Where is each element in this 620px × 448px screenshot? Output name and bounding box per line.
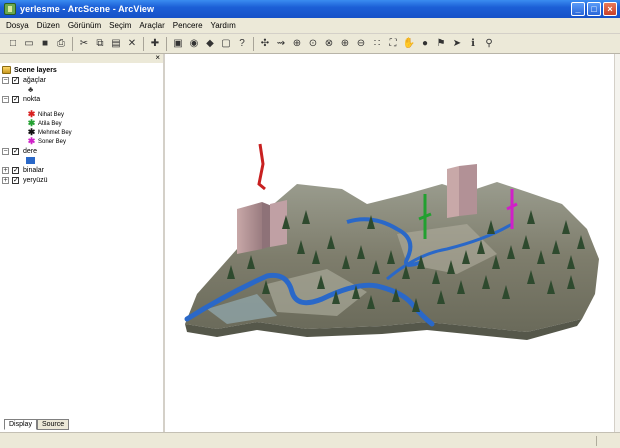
maximize-button[interactable]: □: [587, 2, 601, 16]
layer-nokta[interactable]: − ✓ nokta: [2, 94, 163, 104]
dere-symbol: [2, 156, 163, 165]
add-data-icon[interactable]: ✚: [148, 37, 162, 51]
tab-source[interactable]: Source: [36, 419, 70, 430]
menu-yardim[interactable]: Yardım: [211, 21, 236, 30]
scene-view[interactable]: [167, 54, 620, 432]
toc-close-icon[interactable]: ×: [155, 53, 160, 62]
layer-visibility-checkbox[interactable]: ✓: [12, 147, 19, 155]
toolbar-separator: [253, 36, 254, 51]
window-controls: _ □ ×: [571, 2, 617, 16]
layer-name-nokta: nokta: [23, 95, 41, 103]
toc-tabs: Display Source: [4, 419, 70, 430]
expand-toggle-icon[interactable]: +: [2, 176, 9, 184]
legend-item: ✱ Soner Bey: [2, 137, 163, 146]
toolbar-separator: [143, 36, 144, 51]
layer-name-binalar: binalar: [23, 166, 45, 174]
legend-label: Atila Bey: [38, 120, 62, 127]
legend-label: Nihat Bey: [38, 111, 65, 118]
save-icon[interactable]: ■: [38, 37, 52, 51]
terrain-3d-render: [184, 143, 599, 340]
layer-visibility-checkbox[interactable]: ✓: [12, 95, 19, 103]
full-extent-icon[interactable]: ⛶: [386, 37, 400, 51]
find-icon[interactable]: ⚲: [482, 37, 496, 51]
collapse-toggle-icon[interactable]: −: [2, 95, 9, 103]
arcscene-app-icon: [4, 3, 16, 15]
layer-name-agaclar: ağaçlar: [23, 76, 46, 84]
toc-header: ×: [0, 53, 163, 63]
agaclar-symbol: ♣: [2, 85, 163, 94]
person-marker-icon: ✱: [27, 136, 36, 146]
toolbox-icon[interactable]: ◆: [203, 37, 217, 51]
navigate-icon[interactable]: ✣: [258, 37, 272, 51]
layers-folder-icon: [2, 66, 11, 74]
collapse-toggle-icon[interactable]: −: [2, 76, 9, 84]
menu-bar: Dosya Düzen Görünüm Seçim Araçlar Pencer…: [0, 18, 620, 34]
tab-display[interactable]: Display: [4, 419, 37, 430]
menu-secim[interactable]: Seçim: [109, 21, 131, 30]
zoom-in-icon[interactable]: ⊕: [338, 37, 352, 51]
layer-visibility-checkbox[interactable]: ✓: [12, 176, 19, 184]
main-toolbar: □ ▭ ■ ⎙ ✂ ⧉ ▤ ✕ ✚ ▣ ◉ ◆ ▢? ✣ ⇝ ⊕ ⊙ ⊗ ⊕ ⊖ ∷ ⛶ ✋ ● ⚑ ➤ ℹ ⚲: [0, 34, 620, 54]
new-icon[interactable]: □: [6, 37, 20, 51]
layer-agaclar[interactable]: − ✓ ağaçlar: [2, 75, 163, 85]
stream-color-swatch: [26, 157, 35, 164]
layer-visibility-checkbox[interactable]: ✓: [12, 76, 19, 84]
menu-araclar[interactable]: Araçlar: [139, 21, 164, 30]
menu-dosya[interactable]: Dosya: [6, 21, 29, 30]
layer-binalar[interactable]: + ✓ binalar: [2, 165, 163, 175]
collapse-toggle-icon[interactable]: −: [2, 147, 9, 155]
layer-tree: Scene layers − ✓ ağaçlar ♣ − ✓ nokta ✱ N…: [0, 63, 163, 185]
minimize-button[interactable]: _: [571, 2, 585, 16]
cut-icon[interactable]: ✂: [77, 37, 91, 51]
measure-icon[interactable]: ⚑: [434, 37, 448, 51]
layer-yeryuzu[interactable]: + ✓ yeryüzü: [2, 175, 163, 185]
status-bar: [0, 432, 620, 448]
center-target-icon[interactable]: ⊙: [306, 37, 320, 51]
fly-icon[interactable]: ⇝: [274, 37, 288, 51]
title-bar: yerlesme - ArcScene - ArcView _ □ ×: [0, 0, 620, 18]
menu-gorunum[interactable]: Görünüm: [68, 21, 101, 30]
marker-red: [257, 143, 266, 191]
scene-viewer-icon[interactable]: ▢: [219, 37, 233, 51]
legend-label: Soner Bey: [38, 138, 67, 145]
legend-label: Mehmet Bey: [38, 129, 72, 136]
tree-symbol-icon: ♣: [28, 85, 34, 94]
expand-toggle-icon[interactable]: +: [2, 166, 9, 174]
menu-pencere[interactable]: Pencere: [173, 21, 203, 30]
window-title: yerlesme - ArcScene - ArcView: [20, 4, 155, 14]
scene-layers-label: Scene layers: [14, 66, 57, 74]
menu-duzen[interactable]: Düzen: [37, 21, 60, 30]
table-of-contents: × Scene layers − ✓ ağaçlar ♣ − ✓ nokta ✱…: [0, 53, 165, 432]
close-button[interactable]: ×: [603, 2, 617, 16]
toolbar-separator: [72, 36, 73, 51]
paste-icon[interactable]: ▤: [109, 37, 123, 51]
layer-visibility-checkbox[interactable]: ✓: [12, 166, 19, 174]
scene-layers-root[interactable]: Scene layers: [2, 65, 163, 75]
legend-item: ✱ Mehmet Bey: [2, 128, 163, 137]
globe-view-icon[interactable]: ●: [418, 37, 432, 51]
legend-item: ✱ Nihat Bey: [2, 110, 163, 119]
zoom-target-icon[interactable]: ⊕: [290, 37, 304, 51]
resize-grip[interactable]: [596, 436, 618, 446]
identify-icon[interactable]: ℹ: [466, 37, 480, 51]
zoom-in-out-icon[interactable]: ∷: [370, 37, 384, 51]
globe-icon[interactable]: ◉: [187, 37, 201, 51]
whats-this-icon[interactable]: ?: [235, 37, 249, 51]
layer-dere[interactable]: − ✓ dere: [2, 146, 163, 156]
narrow-target-icon[interactable]: ⊗: [322, 37, 336, 51]
delete-icon[interactable]: ✕: [125, 37, 139, 51]
toolbar-separator: [166, 36, 167, 51]
legend-item: ✱ Atila Bey: [2, 119, 163, 128]
copy-icon[interactable]: ⧉: [93, 37, 107, 51]
layer-name-yeryuzu: yeryüzü: [23, 176, 48, 184]
select-icon[interactable]: ➤: [450, 37, 464, 51]
layer-name-dere: dere: [23, 147, 38, 155]
layer-properties-icon[interactable]: ▣: [171, 37, 185, 51]
pan-icon[interactable]: ✋: [402, 37, 416, 51]
scene-vertical-scrollbar[interactable]: [614, 54, 620, 432]
open-icon[interactable]: ▭: [22, 37, 36, 51]
print-icon[interactable]: ⎙: [54, 37, 68, 51]
zoom-out-icon[interactable]: ⊖: [354, 37, 368, 51]
